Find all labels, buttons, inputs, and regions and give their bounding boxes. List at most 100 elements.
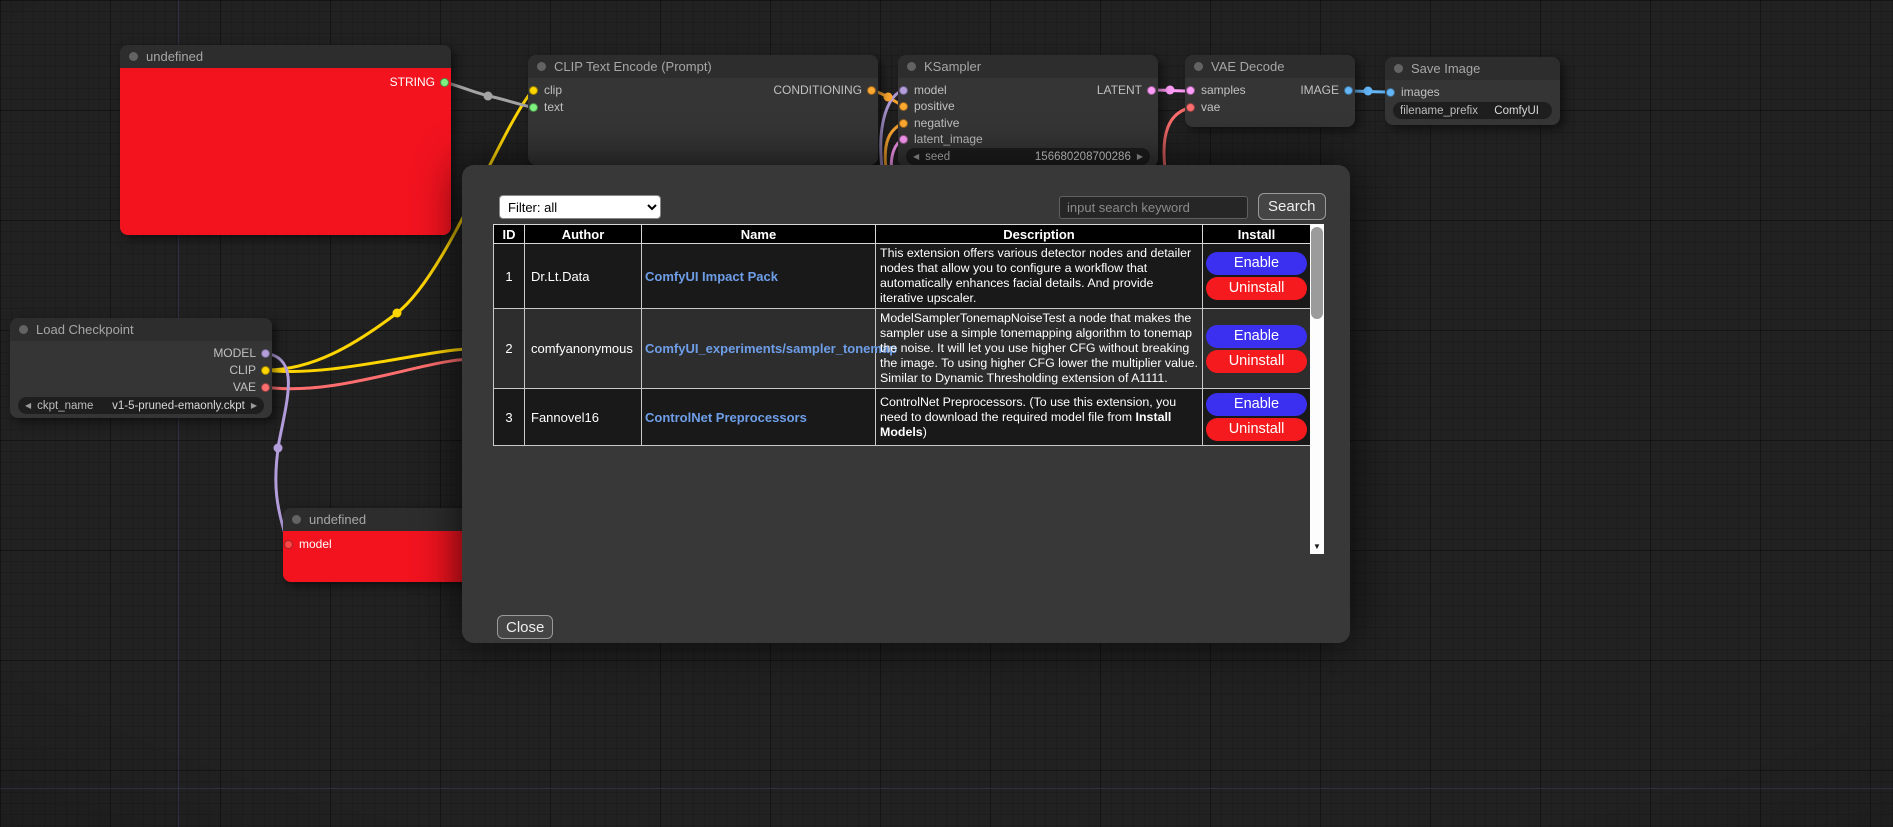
table-header-row: ID Author Name Description Install xyxy=(494,225,1311,244)
scrollbar[interactable]: ▼ xyxy=(1310,224,1324,554)
output-slot-image[interactable]: IMAGE xyxy=(1185,82,1355,99)
cell-name: ComfyUI Impact Pack xyxy=(642,244,876,309)
widget-label: filename_prefix xyxy=(1400,105,1478,117)
widget-label: ckpt_name xyxy=(37,400,93,412)
cell-install: EnableUninstall xyxy=(1203,389,1311,446)
widget-value: 156680208700286 xyxy=(956,151,1131,163)
input-slot-vae[interactable]: vae xyxy=(1185,99,1355,116)
node-title: undefined xyxy=(146,49,203,64)
output-slot-model[interactable]: MODEL xyxy=(10,345,272,362)
node-save-image[interactable]: Save Image images filename_prefix ComfyU… xyxy=(1385,57,1560,125)
output-slot-vae[interactable]: VAE xyxy=(10,379,272,396)
cell-description: ControlNet Preprocessors. (To use this e… xyxy=(876,389,1203,446)
input-slot-latent-image[interactable]: latent_image xyxy=(898,131,1158,148)
output-dot[interactable] xyxy=(1147,86,1156,95)
slot-label: MODEL xyxy=(213,346,256,360)
cell-name: ComfyUI_experiments/sampler_tonemap xyxy=(642,309,876,389)
ckpt-name-widget[interactable]: ◀ ckpt_name v1-5-pruned-emaonly.ckpt ▶ xyxy=(18,397,264,414)
output-dot[interactable] xyxy=(261,349,270,358)
node-body: MODEL CLIP VAE ◀ ckpt_name v1-5-pruned-e… xyxy=(10,341,272,418)
widget-value: v1-5-pruned-emaonly.ckpt xyxy=(99,400,244,412)
widget-value: ComfyUI xyxy=(1484,105,1539,117)
input-dot[interactable] xyxy=(899,135,908,144)
enable-button[interactable]: Enable xyxy=(1206,393,1307,416)
output-dot[interactable] xyxy=(440,78,449,87)
output-dot[interactable] xyxy=(261,366,270,375)
node-title-bar[interactable]: Load Checkpoint xyxy=(10,318,272,341)
collapse-dot-icon[interactable] xyxy=(292,515,301,524)
cell-id: 3 xyxy=(494,389,525,446)
cell-author: Fannovel16 xyxy=(525,389,642,446)
collapse-dot-icon[interactable] xyxy=(537,62,546,71)
uninstall-button[interactable]: Uninstall xyxy=(1206,277,1307,300)
input-slot-images[interactable]: images xyxy=(1385,84,1560,101)
node-title: Save Image xyxy=(1411,61,1480,76)
input-dot[interactable] xyxy=(899,119,908,128)
filter-select[interactable]: Filter: all xyxy=(499,195,661,219)
node-body: samples vae IMAGE xyxy=(1185,78,1355,127)
output-dot[interactable] xyxy=(1344,86,1353,95)
close-button[interactable]: Close xyxy=(497,615,553,639)
input-slot-positive[interactable]: positive xyxy=(898,98,1158,115)
enable-button[interactable]: Enable xyxy=(1206,325,1307,348)
collapse-dot-icon[interactable] xyxy=(19,325,28,334)
input-dot[interactable] xyxy=(1186,103,1195,112)
node-title-bar[interactable]: KSampler xyxy=(898,55,1158,78)
enable-button[interactable]: Enable xyxy=(1206,252,1307,275)
slot-label: positive xyxy=(914,99,955,113)
node-title: VAE Decode xyxy=(1211,59,1284,74)
slot-label: VAE xyxy=(233,380,256,394)
input-slot-negative[interactable]: negative xyxy=(898,115,1158,132)
node-title-bar[interactable]: undefined xyxy=(120,45,451,68)
cell-author: comfyanonymous xyxy=(525,309,642,389)
output-slot-latent[interactable]: LATENT xyxy=(898,82,1158,99)
node-ksampler[interactable]: KSampler model positive negative latent_… xyxy=(898,55,1158,167)
decrement-arrow-icon[interactable]: ◀ xyxy=(913,152,919,161)
node-vae-decode[interactable]: VAE Decode samples vae IMAGE xyxy=(1185,55,1355,127)
prev-arrow-icon[interactable]: ◀ xyxy=(25,401,31,410)
node-undefined-top[interactable]: undefined STRING xyxy=(120,45,451,235)
scrollbar-thumb[interactable] xyxy=(1311,227,1323,319)
collapse-dot-icon[interactable] xyxy=(1394,64,1403,73)
comfyui-manager-dialog: Filter: all Search ID Author Name Descri… xyxy=(462,165,1350,643)
node-title-bar[interactable]: Save Image xyxy=(1385,57,1560,80)
input-dot[interactable] xyxy=(529,103,538,112)
header-author: Author xyxy=(525,225,642,244)
search-button[interactable]: Search xyxy=(1258,193,1326,220)
uninstall-button[interactable]: Uninstall xyxy=(1206,350,1307,373)
output-slot-conditioning[interactable]: CONDITIONING xyxy=(528,82,878,99)
output-slot-string[interactable]: STRING xyxy=(120,74,451,91)
collapse-dot-icon[interactable] xyxy=(1194,62,1203,71)
collapse-dot-icon[interactable] xyxy=(129,52,138,61)
cell-id: 1 xyxy=(494,244,525,309)
cell-name: ControlNet Preprocessors xyxy=(642,389,876,446)
cell-install: EnableUninstall xyxy=(1203,309,1311,389)
search-input[interactable] xyxy=(1059,196,1248,219)
extension-table-body: 1Dr.Lt.DataComfyUI Impact PackThis exten… xyxy=(494,244,1311,446)
collapse-dot-icon[interactable] xyxy=(907,62,916,71)
header-name: Name xyxy=(642,225,876,244)
input-dot[interactable] xyxy=(1386,88,1395,97)
extension-link[interactable]: ComfyUI Impact Pack xyxy=(645,269,778,284)
uninstall-button[interactable]: Uninstall xyxy=(1206,418,1307,441)
node-load-checkpoint[interactable]: Load Checkpoint MODEL CLIP VAE ◀ ckpt_na… xyxy=(10,318,272,418)
extension-link[interactable]: ComfyUI_experiments/sampler_tonemap xyxy=(645,341,897,356)
input-dot[interactable] xyxy=(899,102,908,111)
seed-widget[interactable]: ◀ seed 156680208700286 ▶ xyxy=(906,148,1150,165)
node-title-bar[interactable]: VAE Decode xyxy=(1185,55,1355,78)
input-dot[interactable] xyxy=(284,540,293,549)
output-dot[interactable] xyxy=(261,383,270,392)
node-title-bar[interactable]: CLIP Text Encode (Prompt) xyxy=(528,55,878,78)
input-slot-text[interactable]: text xyxy=(528,99,878,116)
graph-canvas[interactable]: undefined STRING CLIP Text Encode (Promp… xyxy=(0,0,1893,827)
node-title: CLIP Text Encode (Prompt) xyxy=(554,59,712,74)
next-arrow-icon[interactable]: ▶ xyxy=(251,401,257,410)
scroll-down-arrow-icon[interactable]: ▼ xyxy=(1310,540,1324,554)
increment-arrow-icon[interactable]: ▶ xyxy=(1137,152,1143,161)
output-dot[interactable] xyxy=(867,86,876,95)
extension-link[interactable]: ControlNet Preprocessors xyxy=(645,410,807,425)
node-clip-text-encode[interactable]: CLIP Text Encode (Prompt) clip text COND… xyxy=(528,55,878,165)
output-slot-clip[interactable]: CLIP xyxy=(10,362,272,379)
node-title: undefined xyxy=(309,512,366,527)
filename-prefix-widget[interactable]: filename_prefix ComfyUI xyxy=(1393,102,1552,119)
